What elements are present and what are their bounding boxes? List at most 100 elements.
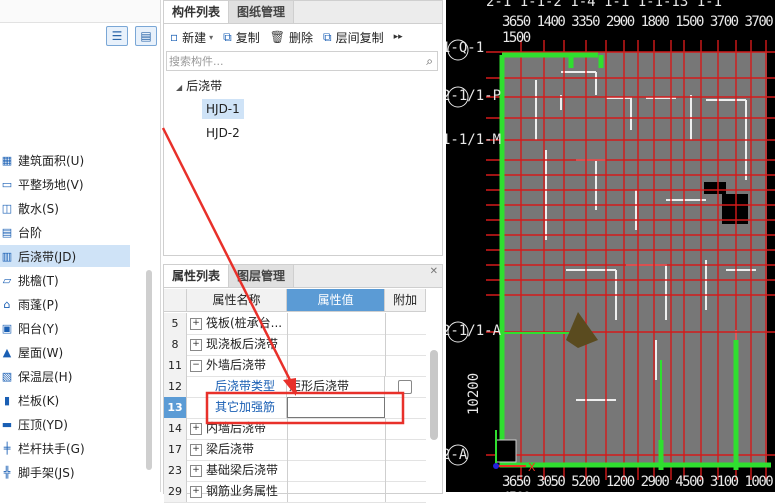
- property-value[interactable]: [288, 439, 386, 460]
- property-name: 后浇带类型: [215, 379, 276, 393]
- tree-item-hjd-2[interactable]: HJD-2: [202, 123, 244, 143]
- tree-group-post-pour-strip[interactable]: ◢ 后浇带: [176, 77, 222, 94]
- extra-cell: [385, 397, 425, 418]
- extra-checkbox[interactable]: [398, 379, 412, 394]
- tab-property-list[interactable]: 属性列表: [164, 265, 230, 287]
- nav-item-2[interactable]: ◫ 散水(S): [0, 197, 130, 219]
- cad-drawing[interactable]: X: [446, 0, 775, 492]
- tab-drawing-management[interactable]: 图纸管理: [229, 1, 295, 23]
- nav-item-12[interactable]: ╪ 栏杆扶手(G): [0, 437, 130, 459]
- collapse-icon[interactable]: ◢: [176, 83, 182, 92]
- tree-item-hjd-1[interactable]: HJD-1: [202, 99, 244, 119]
- close-icon[interactable]: ✕: [430, 265, 442, 287]
- roof-icon: ▲: [2, 345, 12, 359]
- nav-item-5[interactable]: ▱ 挑檐(T): [0, 269, 130, 291]
- property-row[interactable]: 5 + 筏板(桩承台...: [164, 313, 426, 335]
- collapse-icon[interactable]: −: [190, 359, 202, 372]
- nav-item-8[interactable]: ▲ 屋面(W): [0, 341, 130, 363]
- property-value[interactable]: [288, 418, 386, 439]
- origin-box: [495, 439, 517, 463]
- nav-scrollbar[interactable]: [146, 270, 152, 470]
- nav-item-label: 栏杆扶手(G): [18, 441, 85, 456]
- new-file-icon: ▫: [170, 30, 179, 44]
- nav-item-11[interactable]: ▬ 压顶(YD): [0, 413, 130, 435]
- nav-item-label: 后浇带(JD): [18, 249, 77, 264]
- nav-item-label: 脚手架(JS): [18, 465, 75, 480]
- tab-component-list[interactable]: 构件列表: [164, 1, 230, 23]
- expand-icon[interactable]: +: [190, 317, 202, 330]
- expand-icon[interactable]: +: [190, 422, 202, 435]
- nav-item-label: 散水(S): [18, 201, 59, 216]
- expand-icon[interactable]: +: [190, 443, 202, 456]
- expand-icon[interactable]: +: [190, 338, 202, 351]
- chevron-down-icon: ▾: [209, 32, 214, 42]
- nav-item-7[interactable]: ▣ 阳台(Y): [0, 317, 130, 339]
- eave-icon: ▱: [2, 273, 12, 287]
- property-row[interactable]: 11− 外墙后浇带: [164, 355, 426, 377]
- nav-item-3[interactable]: ▤ 台阶: [0, 221, 130, 243]
- row-number: 13: [164, 397, 187, 418]
- copy-button[interactable]: ⧉ 复制: [223, 29, 260, 46]
- nav-topbar: [0, 0, 160, 23]
- nav-item-4[interactable]: ▥ 后浇带(JD): [0, 245, 130, 267]
- property-row[interactable]: 23 + 基础梁后浇带: [164, 460, 426, 482]
- nav-item-9[interactable]: ▧ 保温层(H): [0, 365, 130, 387]
- property-scrollbar[interactable]: [430, 350, 438, 440]
- property-value[interactable]: 矩形后浇带: [287, 376, 385, 397]
- list-view-icon[interactable]: ☰: [106, 26, 128, 46]
- nav-item-1[interactable]: ▭ 平整场地(V): [0, 173, 130, 195]
- header-extra: 附加: [385, 289, 426, 312]
- property-value[interactable]: [288, 460, 386, 481]
- property-name: 现浇板后浇带: [206, 337, 279, 351]
- layer-copy-icon: ⧉: [323, 29, 332, 44]
- nav-item-0[interactable]: ▦ 建筑面积(U): [0, 149, 130, 171]
- new-button[interactable]: ▫ 新建 ▾: [170, 29, 213, 46]
- nav-item-6[interactable]: ⌂ 雨蓬(P): [0, 293, 130, 315]
- nav-item-13[interactable]: ╬ 脚手架(JS): [0, 461, 130, 483]
- delete-button[interactable]: 🗑 删除: [270, 29, 313, 46]
- layer-copy-button[interactable]: ⧉ 层间复制: [323, 29, 384, 46]
- drawing-canvas[interactable]: X 2-1 1-1-2 1-4 1-1 1-1-13 1-1 3650 1400…: [446, 0, 775, 492]
- component-tabbar: 构件列表 图纸管理: [164, 1, 442, 24]
- property-value[interactable]: [288, 313, 386, 334]
- steps-icon: ▤: [1, 225, 13, 239]
- top-axis-labels: 2-1 1-1-2 1-4 1-1 1-1-13 1-1: [486, 0, 723, 10]
- origin-point: [493, 463, 499, 469]
- search-icon[interactable]: ⌕: [426, 54, 433, 69]
- parapet-icon: ▮: [3, 393, 11, 407]
- row-number: 14: [164, 418, 187, 439]
- extra-cell: [386, 334, 426, 355]
- railing-icon: ╪: [3, 441, 11, 455]
- component-search-input[interactable]: 搜索构件... ⌕: [166, 51, 438, 71]
- top-dimension-labels: 3650 1400 3350 2900 1800 1500 3700 3700 …: [502, 14, 774, 46]
- nav-item-10[interactable]: ▮ 栏板(K): [0, 389, 130, 411]
- header-num: [164, 289, 187, 312]
- detail-view-icon[interactable]: ▤: [135, 26, 157, 46]
- nav-item-label: 压顶(YD): [18, 417, 68, 432]
- row-number: 8: [164, 334, 187, 355]
- property-row[interactable]: 29 + 钢筋业务属性: [164, 481, 426, 503]
- axis-label-4: 2-1/1-A: [446, 323, 502, 339]
- property-name-cell: + 内墙后浇带: [187, 418, 288, 439]
- property-name: 筏板(桩承台...: [206, 316, 283, 330]
- property-value[interactable]: [288, 355, 386, 376]
- property-row[interactable]: 8 + 现浇板后浇带: [164, 334, 426, 356]
- tab-layer-management[interactable]: 图层管理: [229, 265, 295, 287]
- property-grid-header: 属性名称 属性值 附加: [164, 289, 426, 312]
- nav-item-label: 建筑面积(U): [18, 153, 85, 168]
- property-name-cell: − 外墙后浇带: [187, 355, 288, 376]
- row-number: 11: [164, 355, 187, 376]
- property-row[interactable]: 17 + 梁后浇带: [164, 439, 426, 461]
- expand-icon[interactable]: +: [190, 464, 202, 477]
- extra-cell: [386, 439, 426, 460]
- more-icon[interactable]: ▸▸: [394, 32, 403, 42]
- opening-block: [704, 182, 726, 194]
- property-value[interactable]: [287, 397, 385, 418]
- search-placeholder: 搜索构件...: [169, 55, 224, 68]
- extra-cell: [385, 376, 425, 397]
- property-row[interactable]: 13 其它加强筋: [164, 397, 426, 419]
- property-row[interactable]: 12 后浇带类型 矩形后浇带: [164, 376, 426, 398]
- delete-label: 删除: [289, 30, 314, 45]
- property-row[interactable]: 14 + 内墙后浇带: [164, 418, 426, 440]
- property-value[interactable]: [288, 334, 386, 355]
